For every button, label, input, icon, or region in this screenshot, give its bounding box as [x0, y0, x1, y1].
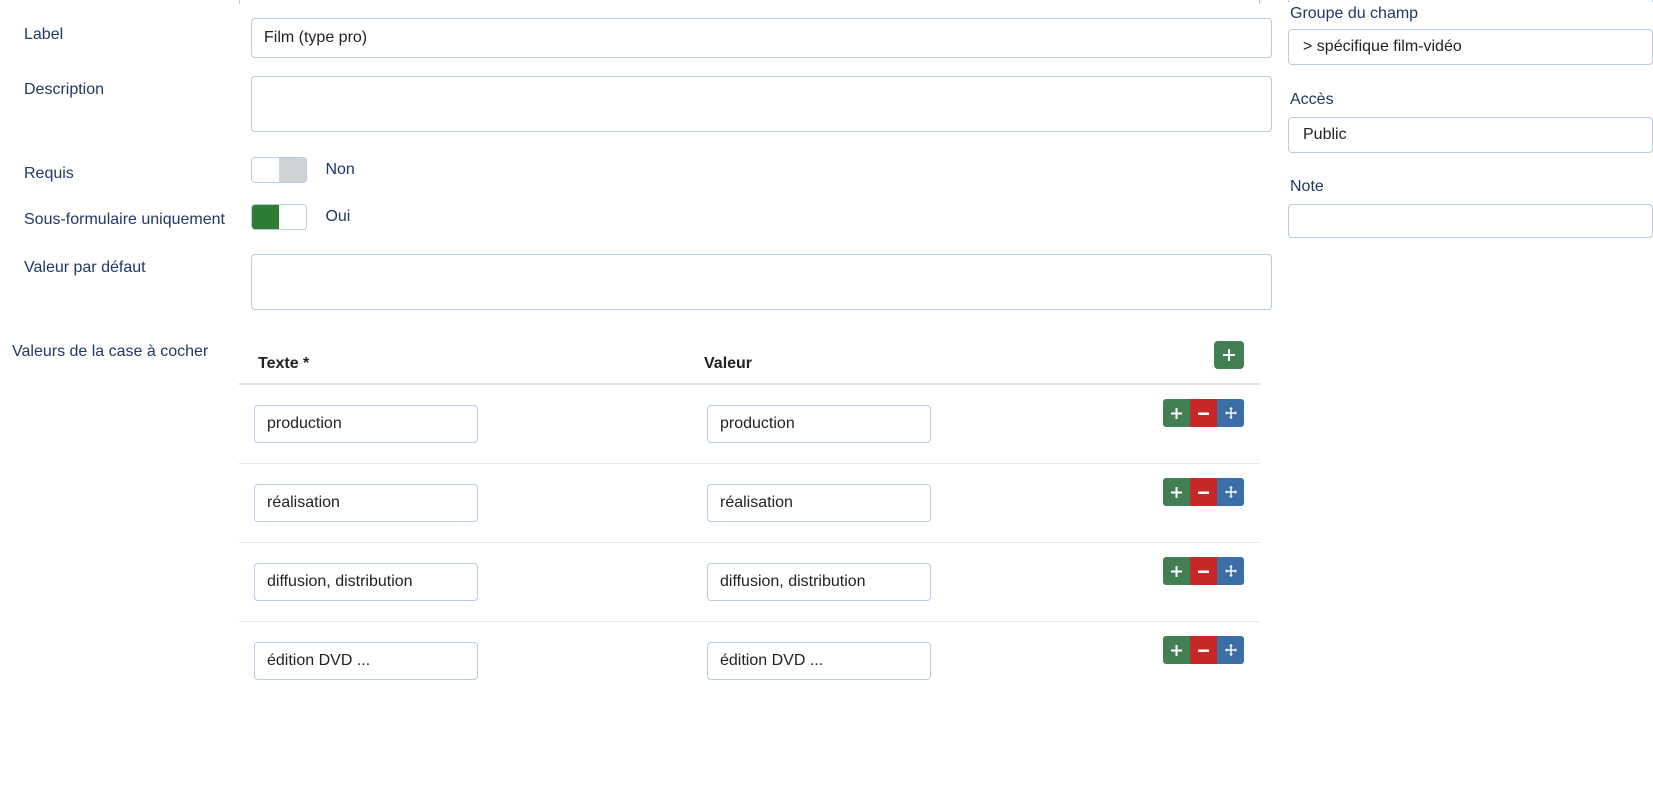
- requis-toggle[interactable]: [251, 157, 307, 183]
- label-input[interactable]: [251, 18, 1272, 58]
- move-row-button[interactable]: [1217, 636, 1244, 664]
- row-actions: [1163, 636, 1244, 664]
- plus-icon: [1171, 486, 1182, 498]
- previous-field-input-partial[interactable]: [239, 0, 1260, 4]
- plus-icon: [1171, 644, 1182, 656]
- add-row-button[interactable]: [1163, 636, 1190, 664]
- plus-icon: [1171, 407, 1182, 419]
- requis-field-label: Requis: [24, 165, 74, 182]
- remove-row-button[interactable]: [1190, 399, 1217, 427]
- remove-row-button[interactable]: [1190, 478, 1217, 506]
- table-row: [239, 464, 1260, 543]
- valeur-input[interactable]: [707, 642, 931, 680]
- row-texte-cell: [254, 642, 478, 680]
- row-texte-cell: [254, 405, 478, 443]
- row-texte-cell: [254, 484, 478, 522]
- move-row-button[interactable]: [1217, 399, 1244, 427]
- toggle-track-left: [252, 205, 279, 229]
- main-form-column: Label Description Requis Non: [0, 0, 1280, 788]
- move-row-button[interactable]: [1217, 557, 1244, 585]
- texte-input[interactable]: [254, 642, 478, 680]
- minus-icon: [1198, 491, 1209, 494]
- minus-icon: [1198, 570, 1209, 573]
- values-table: Texte * Valeur: [239, 333, 1260, 701]
- toggle-track-right: [279, 205, 306, 229]
- sidebar-previous-input-partial[interactable]: [1288, 0, 1653, 2]
- row-actions: [1163, 478, 1244, 506]
- texte-input[interactable]: [254, 405, 478, 443]
- add-value-row-button[interactable]: [1214, 341, 1244, 369]
- valeur-input[interactable]: [707, 484, 931, 522]
- valeur-input[interactable]: [707, 405, 931, 443]
- label-field-label: Label: [24, 26, 64, 43]
- access-value: Public: [1303, 126, 1347, 143]
- plus-icon: [1171, 565, 1182, 577]
- move-arrows-icon: [1224, 485, 1237, 499]
- requis-toggle-state: Non: [325, 161, 355, 178]
- move-arrows-icon: [1224, 643, 1237, 657]
- description-textarea[interactable]: [251, 76, 1272, 132]
- table-row: [239, 385, 1260, 464]
- row-valeur-cell: [707, 642, 931, 680]
- row-actions: [1163, 399, 1244, 427]
- valeur-defaut-field-label: Valeur par défaut: [24, 259, 146, 276]
- description-field-label: Description: [24, 81, 105, 98]
- column-header-valeur: Valeur: [704, 355, 753, 372]
- add-row-button[interactable]: [1163, 557, 1190, 585]
- field-group-select[interactable]: > spécifique film-vidéo: [1288, 29, 1653, 65]
- access-select[interactable]: Public: [1288, 117, 1653, 153]
- field-editor-page: Label Description Requis Non: [0, 0, 1653, 788]
- sousformulaire-toggle[interactable]: [251, 204, 307, 230]
- move-arrows-icon: [1224, 564, 1237, 578]
- values-table-header: Texte * Valeur: [239, 333, 1260, 385]
- add-row-button[interactable]: [1163, 478, 1190, 506]
- access-label: Accès: [1290, 91, 1334, 108]
- minus-icon: [1198, 649, 1209, 652]
- remove-row-button[interactable]: [1190, 557, 1217, 585]
- valeur-input[interactable]: [707, 563, 931, 601]
- toggle-track-left: [252, 158, 279, 182]
- toggle-track-right: [279, 158, 306, 182]
- plus-icon: [1223, 349, 1235, 361]
- sousformulaire-toggle-state: Oui: [325, 208, 351, 225]
- minus-icon: [1198, 412, 1209, 415]
- sousformulaire-field-label: Sous-formulaire uniquement: [24, 211, 225, 228]
- column-header-texte: Texte *: [258, 355, 310, 372]
- field-group-value: > spécifique film-vidéo: [1303, 38, 1462, 55]
- move-row-button[interactable]: [1217, 478, 1244, 506]
- field-group-label: Groupe du champ: [1290, 5, 1419, 22]
- texte-input[interactable]: [254, 563, 478, 601]
- valeur-defaut-textarea[interactable]: [251, 254, 1272, 310]
- sidebar-panel: Groupe du champ > spécifique film-vidéo …: [1288, 0, 1653, 788]
- row-texte-cell: [254, 563, 478, 601]
- values-table-label: Valeurs de la case à cocher: [12, 343, 209, 360]
- remove-row-button[interactable]: [1190, 636, 1217, 664]
- note-input[interactable]: [1288, 204, 1653, 238]
- table-row: [239, 622, 1260, 701]
- add-row-button[interactable]: [1163, 399, 1190, 427]
- row-actions: [1163, 557, 1244, 585]
- row-valeur-cell: [707, 563, 931, 601]
- table-row: [239, 543, 1260, 622]
- row-valeur-cell: [707, 484, 931, 522]
- row-valeur-cell: [707, 405, 931, 443]
- texte-input[interactable]: [254, 484, 478, 522]
- note-label: Note: [1290, 178, 1324, 195]
- move-arrows-icon: [1224, 406, 1237, 420]
